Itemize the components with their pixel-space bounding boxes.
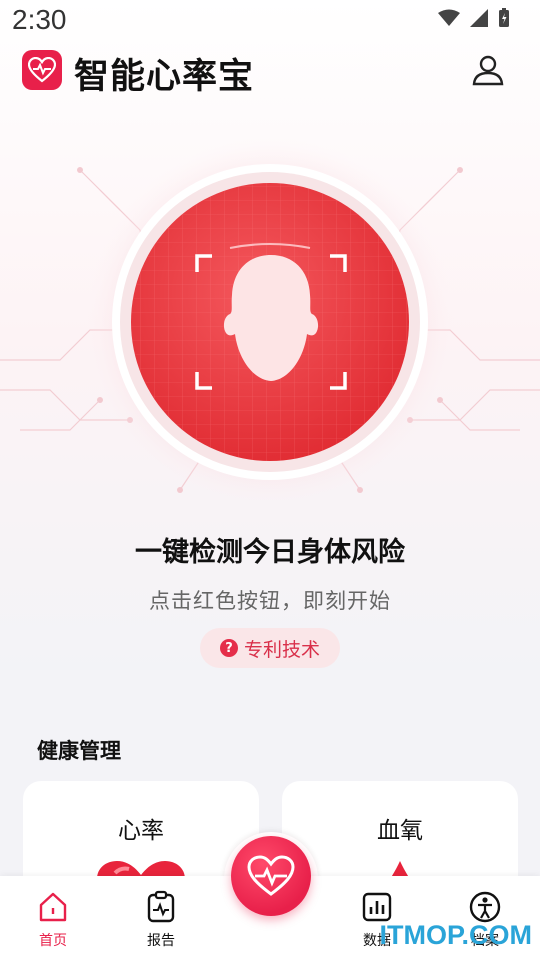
person-icon <box>469 891 501 923</box>
user-icon <box>472 55 504 86</box>
patent-label: 专利技术 <box>243 638 320 661</box>
tab-report[interactable]: 报告 <box>126 890 196 950</box>
tab-home[interactable]: 首页 <box>18 890 88 950</box>
question-icon: ? <box>219 639 238 657</box>
app-logo <box>22 50 62 90</box>
patent-badge[interactable]: ? 专利技术 <box>200 628 340 668</box>
profile-button[interactable] <box>470 52 506 88</box>
wifi-icon <box>438 9 460 26</box>
scan-subtitle: 点击红色按钮，即刻开始 <box>149 589 391 613</box>
status-bar: 2:30 <box>0 0 540 44</box>
home-icon <box>39 892 67 922</box>
face-scan-area <box>0 130 540 510</box>
heartbeat-icon <box>247 855 295 896</box>
scan-button[interactable] <box>131 183 409 461</box>
status-time: 2:30 <box>12 4 67 35</box>
tab-label: 首页 <box>39 933 67 949</box>
tab-label: 报告 <box>147 933 175 949</box>
report-icon <box>147 890 175 923</box>
status-icons <box>438 8 510 28</box>
card-title: 血氧 <box>377 818 423 844</box>
card-title: 心率 <box>118 818 164 844</box>
app-title: 智能心率宝 <box>74 57 255 97</box>
watermark: ITMOP.COM <box>379 920 532 950</box>
data-icon <box>362 892 392 922</box>
section-title: 健康管理 <box>37 739 121 763</box>
battery-icon <box>499 8 509 27</box>
circuit-background <box>0 137 540 507</box>
scan-title: 一键检测今日身体风险 <box>135 537 405 568</box>
heart-logo-icon <box>28 57 56 83</box>
signal-icon <box>470 9 488 27</box>
center-measure-button[interactable] <box>231 836 311 916</box>
app-header: 智能心率宝 <box>0 44 540 100</box>
